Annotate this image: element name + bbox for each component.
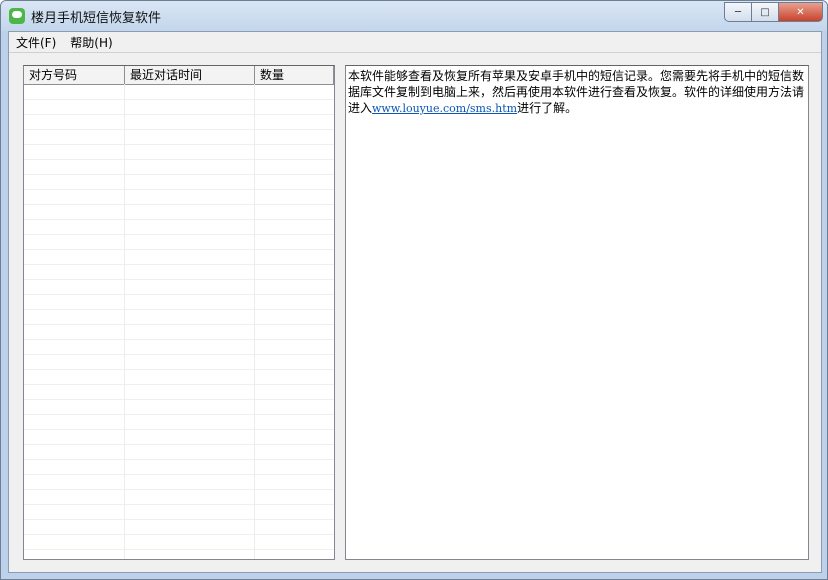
menu-file[interactable]: 文件(F) bbox=[9, 34, 63, 51]
title-bar[interactable]: 楼月手机短信恢复软件 ─ □ ✕ bbox=[1, 1, 827, 31]
conversation-list[interactable]: 对方号码 最近对话时间 数量 bbox=[23, 65, 335, 560]
info-text-after: 进行了解。 bbox=[517, 101, 578, 115]
list-header: 对方号码 最近对话时间 数量 bbox=[24, 66, 334, 85]
menu-separator bbox=[9, 52, 821, 53]
status-bar bbox=[9, 563, 821, 572]
sms-app-icon bbox=[9, 8, 25, 24]
minimize-button[interactable]: ─ bbox=[724, 2, 752, 22]
client-area: 文件(F) 帮助(H) 对方号码 最近对话时间 数量 本软件能够查看及恢复所有苹… bbox=[8, 31, 822, 573]
close-button[interactable]: ✕ bbox=[778, 2, 823, 22]
column-header-number[interactable]: 对方号码 bbox=[24, 66, 125, 84]
list-rows[interactable] bbox=[24, 85, 334, 559]
menu-help[interactable]: 帮助(H) bbox=[63, 34, 119, 51]
column-header-count[interactable]: 数量 bbox=[255, 66, 334, 84]
info-panel: 本软件能够查看及恢复所有苹果及安卓手机中的短信记录。您需要先将手机中的短信数据库… bbox=[345, 65, 809, 560]
column-divider bbox=[124, 84, 125, 559]
window-title: 楼月手机短信恢复软件 bbox=[31, 11, 162, 26]
website-link[interactable]: www.louyue.com/sms.htm bbox=[372, 102, 517, 115]
column-header-last-time[interactable]: 最近对话时间 bbox=[125, 66, 255, 84]
column-divider bbox=[254, 84, 255, 559]
maximize-button[interactable]: □ bbox=[751, 2, 779, 22]
menu-bar: 文件(F) 帮助(H) bbox=[9, 32, 821, 52]
app-window: 楼月手机短信恢复软件 ─ □ ✕ 文件(F) 帮助(H) 对方号码 最近对话时间… bbox=[0, 0, 828, 580]
info-text: 本软件能够查看及恢复所有苹果及安卓手机中的短信记录。您需要先将手机中的短信数据库… bbox=[348, 68, 804, 117]
window-controls: ─ □ ✕ bbox=[724, 2, 823, 22]
